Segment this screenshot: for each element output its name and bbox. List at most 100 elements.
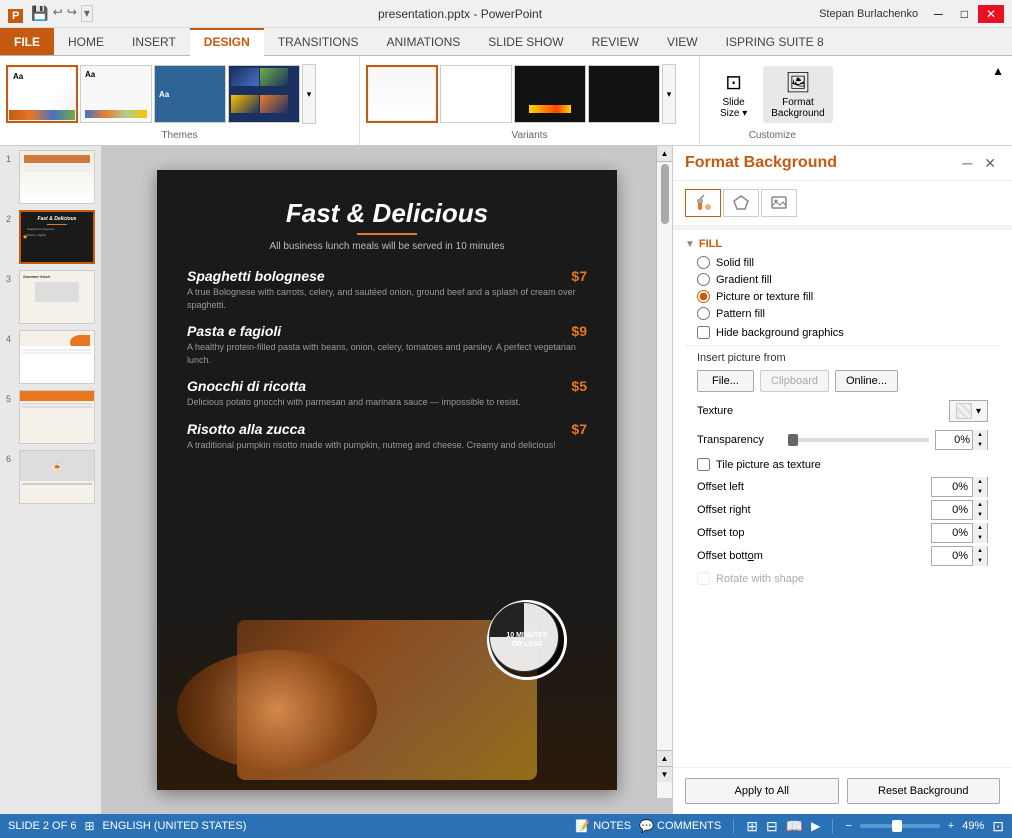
solid-fill-option[interactable]: Solid fill xyxy=(697,256,1000,269)
format-background-button[interactable]: 🖼 Format Background xyxy=(763,66,832,123)
transparency-down[interactable]: ▼ xyxy=(973,440,987,450)
fill-section-header[interactable]: ▼ FILL xyxy=(685,238,1000,250)
image-icon-tab[interactable] xyxy=(761,189,797,217)
variant-1[interactable] xyxy=(366,65,438,123)
slide-thumb-5[interactable]: 5 xyxy=(6,390,95,444)
variant-2[interactable] xyxy=(440,65,512,123)
variant-3[interactable] xyxy=(514,65,586,123)
theme-item-4[interactable] xyxy=(228,65,300,123)
powerpoint-logo: P xyxy=(8,6,23,22)
slide-main: Fast & Delicious All business lunch meal… xyxy=(157,170,617,790)
window-controls[interactable]: ─ □ ✕ xyxy=(926,5,1004,23)
themes-label: Themes xyxy=(6,130,353,141)
offset-left-down[interactable]: ▼ xyxy=(973,487,987,497)
offset-top-up[interactable]: ▲ xyxy=(973,523,987,533)
file-button[interactable]: File... xyxy=(697,370,754,392)
scroll-up-btn[interactable]: ▲ xyxy=(657,146,673,162)
offset-right-input[interactable] xyxy=(932,504,972,516)
transparency-slider[interactable] xyxy=(788,438,929,442)
zoom-out-btn[interactable]: − xyxy=(845,820,851,832)
theme-item-1[interactable]: Aa xyxy=(6,65,78,123)
apply-to-all-button[interactable]: Apply to All xyxy=(685,778,839,804)
theme-item-2[interactable]: Aa xyxy=(80,65,152,123)
tab-slideshow[interactable]: SLIDE SHOW xyxy=(474,28,577,55)
picture-fill-option[interactable]: Picture or texture fill xyxy=(697,290,1000,303)
slide-thumb-6[interactable]: 6 🍝 xyxy=(6,450,95,504)
transparency-input[interactable] xyxy=(936,434,972,446)
offset-right-down[interactable]: ▼ xyxy=(973,510,987,520)
clipboard-button[interactable]: Clipboard xyxy=(760,370,829,392)
quick-access-toolbar[interactable]: 💾 ↩ ↪ ▾ xyxy=(31,5,93,22)
slide-thumb-2[interactable]: 2 ★ Fast & Delicious Spaghetti bolognese… xyxy=(6,210,95,264)
variant-4[interactable] xyxy=(588,65,660,123)
reset-background-button[interactable]: Reset Background xyxy=(847,778,1001,804)
comments-button[interactable]: 💬 COMMENTS xyxy=(639,819,721,833)
slide-num-5: 5 xyxy=(6,394,16,404)
customize-group: ⊡ Slide Size ▾ 🖼 Format Background Custo… xyxy=(700,56,845,145)
slide-thumb-4[interactable]: 4 xyxy=(6,330,95,384)
tab-view[interactable]: VIEW xyxy=(653,28,712,55)
zoom-slider[interactable] xyxy=(860,824,940,828)
offset-bottom-input[interactable] xyxy=(932,550,972,562)
menu-item-1: Spaghetti bolognese $7 A true Bolognese … xyxy=(187,268,587,311)
themes-scroll-btn[interactable]: ▾ xyxy=(302,64,316,124)
offset-left-row: Offset left ▲ ▼ xyxy=(697,477,988,497)
pattern-fill-option[interactable]: Pattern fill xyxy=(697,307,1000,320)
tab-transitions[interactable]: TRANSITIONS xyxy=(264,28,373,55)
maximize-btn[interactable]: □ xyxy=(953,5,976,23)
scroll-up-btn2[interactable]: ▲ xyxy=(657,750,673,766)
gradient-fill-option[interactable]: Gradient fill xyxy=(697,273,1000,286)
slide-num-4: 4 xyxy=(6,334,16,344)
minimize-btn[interactable]: ─ xyxy=(926,5,951,23)
menu-item-4: Risotto alla zucca $7 A traditional pump… xyxy=(187,421,587,452)
shape-icon-tab[interactable] xyxy=(723,189,759,217)
view-presenter-btn[interactable]: ▶ xyxy=(811,819,820,833)
close-btn[interactable]: ✕ xyxy=(978,5,1004,23)
tab-home[interactable]: HOME xyxy=(54,28,118,55)
offset-left-up[interactable]: ▲ xyxy=(973,477,987,487)
transparency-up[interactable]: ▲ xyxy=(973,430,987,440)
offset-right-row: Offset right ▲ ▼ xyxy=(697,500,988,520)
view-reading-btn[interactable]: 📖 xyxy=(786,818,803,835)
tile-checkbox[interactable]: Tile picture as texture xyxy=(697,458,1000,471)
minimize-panel-btn[interactable]: ─ xyxy=(958,155,976,171)
close-panel-btn[interactable]: ✕ xyxy=(980,155,1000,172)
slide-thumb-3[interactable]: 3 Summer fresh xyxy=(6,270,95,324)
tab-file[interactable]: FILE xyxy=(0,28,54,55)
paint-bucket-icon xyxy=(694,194,712,212)
offset-right-up[interactable]: ▲ xyxy=(973,500,987,510)
variants-scroll-btn[interactable]: ▾ xyxy=(662,64,676,124)
slide-num-2: 2 xyxy=(6,214,16,224)
tab-design[interactable]: DESIGN xyxy=(190,28,264,56)
offset-top-input[interactable] xyxy=(932,527,972,539)
accessibility-icon[interactable]: ⊞ xyxy=(84,819,94,833)
offset-left-input[interactable] xyxy=(932,481,972,493)
tab-ispring[interactable]: ISPRING SUITE 8 xyxy=(712,28,838,55)
fit-slide-btn[interactable]: ⊡ xyxy=(992,818,1004,835)
rotate-row[interactable]: Rotate with shape xyxy=(697,572,988,585)
tab-review[interactable]: REVIEW xyxy=(578,28,653,55)
fill-icon-tab[interactable] xyxy=(685,189,721,217)
tab-insert[interactable]: INSERT xyxy=(118,28,190,55)
offset-bottom-down[interactable]: ▼ xyxy=(973,556,987,566)
language[interactable]: ENGLISH (UNITED STATES) xyxy=(103,820,247,832)
menu-item-2: Pasta e fagioli $9 A healthy protein-fil… xyxy=(187,323,587,366)
hide-bg-checkbox[interactable]: Hide background graphics xyxy=(697,326,1000,339)
scroll-down-btn[interactable]: ▼ xyxy=(657,766,673,782)
notes-button[interactable]: 📝 NOTES xyxy=(575,819,631,833)
texture-picker[interactable]: ▾ xyxy=(949,400,988,422)
zoom-in-btn[interactable]: + xyxy=(948,820,954,832)
ribbon-collapse-btn[interactable]: ▲ xyxy=(984,60,1012,82)
online-button[interactable]: Online... xyxy=(835,370,898,392)
offset-top-down[interactable]: ▼ xyxy=(973,533,987,543)
view-slide-sorter-btn[interactable]: ⊟ xyxy=(766,818,778,835)
zoom-level[interactable]: 49% xyxy=(962,820,984,832)
offset-bottom-up[interactable]: ▲ xyxy=(973,546,987,556)
tab-animations[interactable]: ANIMATIONS xyxy=(372,28,474,55)
slide-info: SLIDE 2 OF 6 xyxy=(8,820,76,832)
slide-size-button[interactable]: ⊡ Slide Size ▾ xyxy=(712,66,755,123)
view-normal-btn[interactable]: ⊞ xyxy=(746,818,758,835)
slide-thumb-1[interactable]: 1 xyxy=(6,150,95,204)
slide-num-3: 3 xyxy=(6,274,16,284)
theme-item-3[interactable]: Aa xyxy=(154,65,226,123)
